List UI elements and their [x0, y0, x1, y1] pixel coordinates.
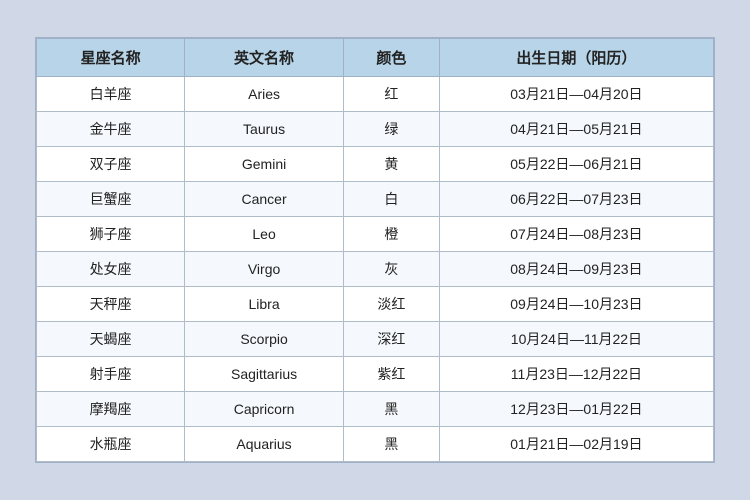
- table-header-col-0: 星座名称: [37, 39, 185, 77]
- table-row: 天蝎座Scorpio深红10月24日—11月22日: [37, 322, 714, 357]
- table-cell-4-2: 橙: [343, 217, 439, 252]
- table-cell-6-1: Libra: [185, 287, 344, 322]
- table-header-row: 星座名称英文名称颜色出生日期（阳历）: [37, 39, 714, 77]
- table-header-col-2: 颜色: [343, 39, 439, 77]
- table-cell-0-2: 红: [343, 77, 439, 112]
- table-row: 摩羯座Capricorn黑12月23日—01月22日: [37, 392, 714, 427]
- table-cell-4-0: 狮子座: [37, 217, 185, 252]
- table-cell-1-0: 金牛座: [37, 112, 185, 147]
- table-cell-2-1: Gemini: [185, 147, 344, 182]
- table-body: 白羊座Aries红03月21日—04月20日金牛座Taurus绿04月21日—0…: [37, 77, 714, 462]
- table-header-col-3: 出生日期（阳历）: [439, 39, 713, 77]
- table-cell-7-3: 10月24日—11月22日: [439, 322, 713, 357]
- table-row: 金牛座Taurus绿04月21日—05月21日: [37, 112, 714, 147]
- table-row: 射手座Sagittarius紫红11月23日—12月22日: [37, 357, 714, 392]
- table-cell-3-0: 巨蟹座: [37, 182, 185, 217]
- table-row: 处女座Virgo灰08月24日—09月23日: [37, 252, 714, 287]
- table-cell-3-3: 06月22日—07月23日: [439, 182, 713, 217]
- table-cell-1-3: 04月21日—05月21日: [439, 112, 713, 147]
- table-cell-0-0: 白羊座: [37, 77, 185, 112]
- table-cell-4-3: 07月24日—08月23日: [439, 217, 713, 252]
- table-cell-8-0: 射手座: [37, 357, 185, 392]
- table-cell-7-1: Scorpio: [185, 322, 344, 357]
- table-cell-7-2: 深红: [343, 322, 439, 357]
- table-cell-1-2: 绿: [343, 112, 439, 147]
- table-cell-10-0: 水瓶座: [37, 427, 185, 462]
- table-cell-9-0: 摩羯座: [37, 392, 185, 427]
- table-cell-0-3: 03月21日—04月20日: [439, 77, 713, 112]
- table-cell-5-2: 灰: [343, 252, 439, 287]
- table-cell-2-3: 05月22日—06月21日: [439, 147, 713, 182]
- table-row: 双子座Gemini黄05月22日—06月21日: [37, 147, 714, 182]
- table-row: 天秤座Libra淡红09月24日—10月23日: [37, 287, 714, 322]
- table-row: 狮子座Leo橙07月24日—08月23日: [37, 217, 714, 252]
- table-cell-3-1: Cancer: [185, 182, 344, 217]
- table-row: 水瓶座Aquarius黑01月21日—02月19日: [37, 427, 714, 462]
- table-cell-9-3: 12月23日—01月22日: [439, 392, 713, 427]
- zodiac-table: 星座名称英文名称颜色出生日期（阳历） 白羊座Aries红03月21日—04月20…: [36, 38, 714, 462]
- table-cell-5-1: Virgo: [185, 252, 344, 287]
- table-cell-5-0: 处女座: [37, 252, 185, 287]
- table-cell-4-1: Leo: [185, 217, 344, 252]
- zodiac-table-container: 星座名称英文名称颜色出生日期（阳历） 白羊座Aries红03月21日—04月20…: [35, 37, 715, 463]
- table-cell-5-3: 08月24日—09月23日: [439, 252, 713, 287]
- table-cell-3-2: 白: [343, 182, 439, 217]
- table-cell-9-1: Capricorn: [185, 392, 344, 427]
- table-cell-10-1: Aquarius: [185, 427, 344, 462]
- table-cell-8-1: Sagittarius: [185, 357, 344, 392]
- table-cell-1-1: Taurus: [185, 112, 344, 147]
- table-cell-8-2: 紫红: [343, 357, 439, 392]
- table-cell-6-2: 淡红: [343, 287, 439, 322]
- table-cell-10-3: 01月21日—02月19日: [439, 427, 713, 462]
- table-cell-9-2: 黑: [343, 392, 439, 427]
- table-cell-7-0: 天蝎座: [37, 322, 185, 357]
- table-cell-6-3: 09月24日—10月23日: [439, 287, 713, 322]
- table-header-col-1: 英文名称: [185, 39, 344, 77]
- table-cell-0-1: Aries: [185, 77, 344, 112]
- table-cell-2-2: 黄: [343, 147, 439, 182]
- table-row: 巨蟹座Cancer白06月22日—07月23日: [37, 182, 714, 217]
- table-cell-8-3: 11月23日—12月22日: [439, 357, 713, 392]
- table-row: 白羊座Aries红03月21日—04月20日: [37, 77, 714, 112]
- table-cell-10-2: 黑: [343, 427, 439, 462]
- table-cell-6-0: 天秤座: [37, 287, 185, 322]
- table-cell-2-0: 双子座: [37, 147, 185, 182]
